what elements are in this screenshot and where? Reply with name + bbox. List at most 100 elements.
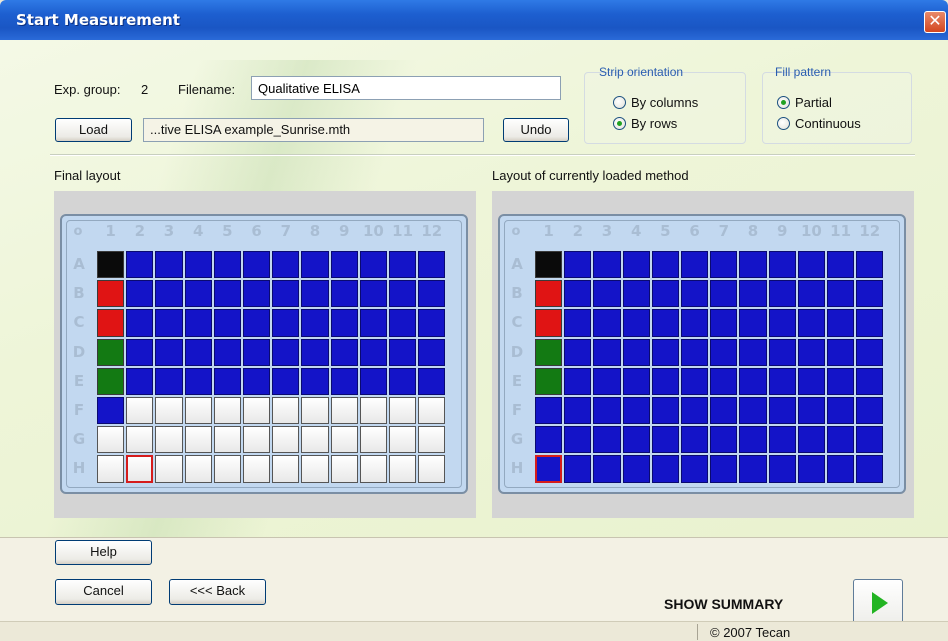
plate-well[interactable]	[739, 280, 767, 308]
plate-well[interactable]	[797, 251, 825, 279]
plate-well[interactable]	[272, 397, 300, 425]
plate-well[interactable]	[418, 455, 446, 483]
plate-well[interactable]	[418, 397, 446, 425]
plate-well[interactable]	[710, 251, 738, 279]
plate-well[interactable]	[710, 338, 738, 366]
plate-well[interactable]	[97, 455, 125, 483]
plate-well[interactable]	[739, 338, 767, 366]
plate-well[interactable]	[739, 251, 767, 279]
plate-well[interactable]	[243, 280, 271, 308]
plate-well[interactable]	[768, 426, 796, 454]
plate-well[interactable]	[710, 367, 738, 395]
plate-well[interactable]	[651, 338, 679, 366]
plate-well[interactable]	[97, 251, 125, 279]
plate-well[interactable]	[213, 280, 241, 308]
plate-well[interactable]	[330, 338, 358, 366]
plate-well[interactable]	[418, 367, 446, 395]
plate-well[interactable]	[97, 280, 125, 308]
plate-well[interactable]	[651, 426, 679, 454]
plate-well[interactable]	[768, 455, 796, 483]
plate-well[interactable]	[856, 426, 884, 454]
plate-well[interactable]	[593, 251, 621, 279]
plate-well[interactable]	[155, 338, 183, 366]
plate-well[interactable]	[155, 397, 183, 425]
plate-well[interactable]	[243, 397, 271, 425]
plate-well[interactable]	[535, 397, 563, 425]
plate-well[interactable]	[126, 338, 154, 366]
plate-well[interactable]	[301, 455, 329, 483]
radio-partial[interactable]: Partial	[777, 95, 832, 110]
plate-well[interactable]	[184, 338, 212, 366]
plate-well[interactable]	[710, 280, 738, 308]
plate-well[interactable]	[97, 426, 125, 454]
filename-input[interactable]	[251, 76, 561, 100]
plate-well[interactable]	[535, 309, 563, 337]
plate-well[interactable]	[856, 397, 884, 425]
plate-well[interactable]	[126, 367, 154, 395]
show-summary-button[interactable]	[853, 579, 903, 625]
plate-well[interactable]	[155, 426, 183, 454]
plate-well[interactable]	[827, 426, 855, 454]
plate-well[interactable]	[272, 367, 300, 395]
plate-well[interactable]	[418, 426, 446, 454]
plate-well[interactable]	[389, 251, 417, 279]
plate-well[interactable]	[856, 367, 884, 395]
plate-well[interactable]	[710, 426, 738, 454]
plate-well[interactable]	[126, 397, 154, 425]
plate-well[interactable]	[272, 251, 300, 279]
plate-well[interactable]	[710, 455, 738, 483]
plate-well[interactable]	[535, 455, 563, 483]
plate-well[interactable]	[535, 251, 563, 279]
plate-well[interactable]	[768, 397, 796, 425]
plate-well[interactable]	[593, 426, 621, 454]
plate-well[interactable]	[768, 309, 796, 337]
plate-well[interactable]	[681, 309, 709, 337]
plate-well[interactable]	[155, 455, 183, 483]
plate-well[interactable]	[593, 338, 621, 366]
plate-well[interactable]	[243, 367, 271, 395]
plate-well[interactable]	[564, 397, 592, 425]
plate-well[interactable]	[359, 338, 387, 366]
plate-well[interactable]	[359, 251, 387, 279]
plate-well[interactable]	[827, 280, 855, 308]
help-button[interactable]: Help	[55, 540, 152, 565]
plate-well[interactable]	[739, 367, 767, 395]
plate-well[interactable]	[330, 309, 358, 337]
plate-well[interactable]	[301, 367, 329, 395]
plate-well[interactable]	[184, 397, 212, 425]
plate-well[interactable]	[622, 455, 650, 483]
plate-well[interactable]	[272, 338, 300, 366]
plate-well[interactable]	[593, 397, 621, 425]
plate-well[interactable]	[184, 367, 212, 395]
radio-continuous[interactable]: Continuous	[777, 116, 861, 131]
plate-well[interactable]	[856, 280, 884, 308]
plate-well[interactable]	[389, 338, 417, 366]
plate-well[interactable]	[535, 426, 563, 454]
plate-well[interactable]	[97, 309, 125, 337]
plate-well[interactable]	[359, 397, 387, 425]
plate-well[interactable]	[330, 397, 358, 425]
plate-well[interactable]	[593, 280, 621, 308]
plate-well[interactable]	[213, 309, 241, 337]
plate-well[interactable]	[535, 338, 563, 366]
plate-well[interactable]	[155, 280, 183, 308]
close-button[interactable]: ✕	[924, 11, 946, 33]
plate-well[interactable]	[622, 397, 650, 425]
plate-well[interactable]	[359, 309, 387, 337]
plate-well[interactable]	[155, 309, 183, 337]
plate-well[interactable]	[797, 338, 825, 366]
plate-well[interactable]	[213, 338, 241, 366]
plate-well[interactable]	[184, 309, 212, 337]
plate-well[interactable]	[651, 309, 679, 337]
plate-well[interactable]	[184, 280, 212, 308]
plate-well[interactable]	[768, 280, 796, 308]
plate-well[interactable]	[797, 397, 825, 425]
cancel-button[interactable]: Cancel	[55, 579, 152, 605]
plate-well[interactable]	[739, 397, 767, 425]
plate-well[interactable]	[272, 455, 300, 483]
plate-well[interactable]	[622, 367, 650, 395]
plate-well[interactable]	[827, 455, 855, 483]
plate-well[interactable]	[622, 426, 650, 454]
plate-well[interactable]	[535, 367, 563, 395]
plate-well[interactable]	[243, 309, 271, 337]
